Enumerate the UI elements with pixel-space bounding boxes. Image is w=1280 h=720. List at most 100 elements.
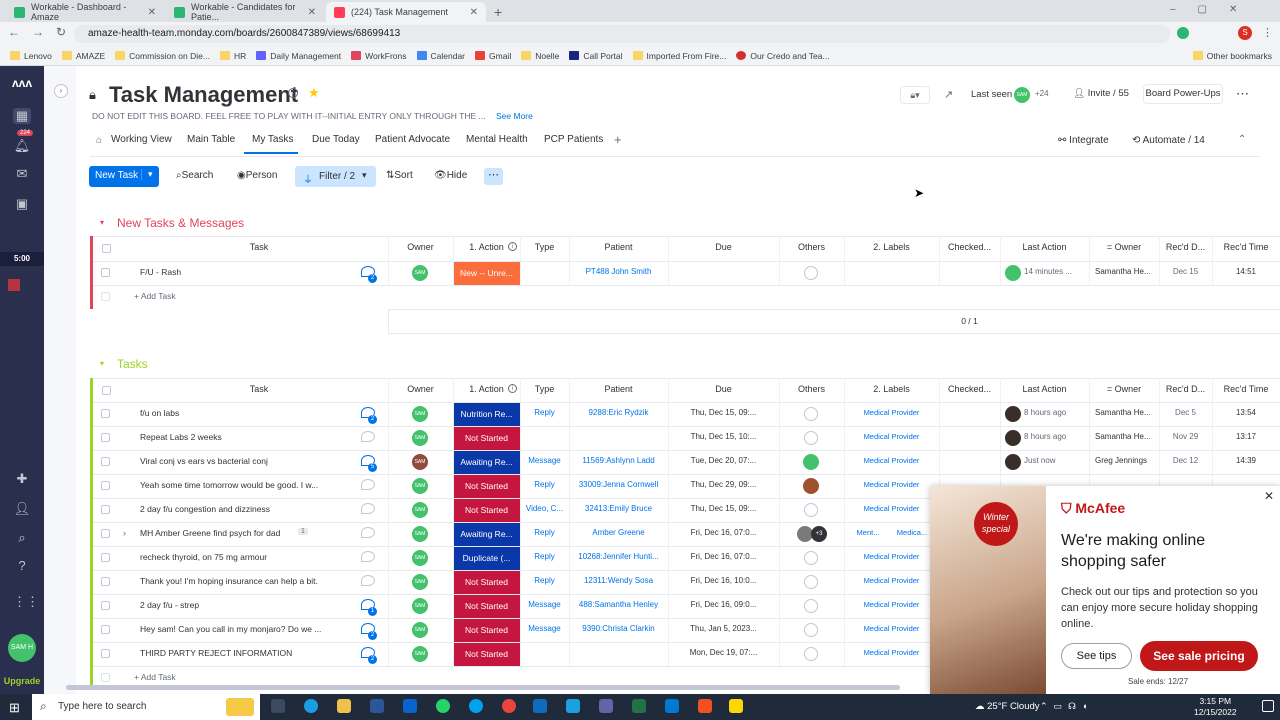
avatar[interactable]: SAM — [412, 550, 428, 566]
bookmark[interactable]: Gmail — [475, 51, 511, 61]
type-cell[interactable]: Reply — [520, 480, 569, 489]
file-explorer-icon[interactable] — [337, 699, 351, 713]
windows-start-icon[interactable]: ⊞ — [9, 700, 20, 716]
new-task-button[interactable]: New Task ▾ — [89, 166, 159, 187]
close-icon[interactable]: ✕ — [308, 7, 316, 18]
upgrade-link[interactable]: Upgrade — [0, 676, 44, 686]
info-icon[interactable]: i — [288, 88, 298, 98]
close-icon[interactable]: ✕ — [148, 7, 156, 18]
menu-icon[interactable]: ⋮ — [1262, 26, 1273, 39]
row-checkbox[interactable] — [101, 553, 110, 562]
row-checkbox[interactable] — [101, 601, 110, 610]
see-tips-button[interactable]: See tips — [1061, 643, 1132, 669]
horizontal-scrollbar[interactable] — [66, 685, 900, 690]
row-checkbox[interactable] — [101, 481, 110, 490]
column-header[interactable]: Rec'd Time — [1212, 384, 1280, 394]
new-tab-icon[interactable]: + — [494, 4, 502, 20]
column-header[interactable]: Owner — [388, 384, 453, 394]
search-icon[interactable]: ⌕ — [13, 530, 31, 546]
collapse-group-icon[interactable]: ▾ — [100, 359, 104, 368]
patient-link[interactable]: 9390:Christa Clarkin — [569, 624, 668, 633]
notification-center-icon[interactable] — [1262, 700, 1274, 712]
activity-icon[interactable]: ↗ — [944, 88, 953, 101]
app-icon[interactable] — [566, 699, 580, 713]
status-cell[interactable]: Awaiting Re... — [453, 523, 520, 546]
bookmark[interactable]: Call Portal — [569, 51, 623, 61]
task-name[interactable]: recheck thyroid, on 75 mg armour — [140, 552, 345, 562]
task-name[interactable]: Repeat Labs 2 weeks — [140, 432, 345, 442]
due-date[interactable]: Fri, Dec 16, 09:0... — [668, 600, 779, 609]
type-cell[interactable]: Reply — [520, 408, 569, 417]
monday-logo[interactable]: ʌʌʌ — [9, 76, 35, 96]
type-cell[interactable]: Reply — [520, 576, 569, 585]
row-checkbox[interactable] — [101, 457, 110, 466]
patient-link[interactable]: Amber Greene — [569, 528, 668, 537]
task-name[interactable]: Yeah some time tomorrow would be good. I… — [140, 480, 345, 490]
patient-link[interactable]: 10268:Jennifer Hunti... — [569, 552, 668, 561]
empty-person-icon[interactable] — [804, 551, 818, 565]
weather-widget[interactable]: ☁ 25°F Cloudy — [975, 701, 1040, 712]
empty-person-icon[interactable] — [804, 266, 818, 280]
bookmark[interactable]: Lenovo — [10, 51, 52, 61]
task-name[interactable]: F/U - Rash — [140, 267, 345, 277]
label-tag[interactable]: Medical Provider — [844, 624, 939, 633]
last-seen-label[interactable]: Last seen — [971, 89, 1012, 100]
due-date[interactable]: Mon, Dec 19, 07:... — [668, 648, 779, 657]
avatar[interactable]: SAM — [412, 574, 428, 590]
avatar[interactable]: SAM — [412, 454, 428, 470]
status-cell[interactable]: Awaiting Re... — [453, 451, 520, 474]
bookmark[interactable]: Our Credo and Tea... — [736, 51, 830, 61]
inbox-icon[interactable]: ✉ — [13, 166, 31, 182]
type-cell[interactable]: Video, C... — [520, 504, 569, 513]
due-date[interactable]: Thu, Dec 29, 09:... — [668, 480, 779, 489]
invite-button[interactable]: 👤︎ Invite / 55 — [1073, 88, 1129, 99]
column-header[interactable]: Last Action — [1000, 242, 1089, 252]
column-header[interactable]: Checked... — [939, 384, 1000, 394]
due-date[interactable]: Thu, Dec 15, 09:... — [668, 408, 779, 417]
column-header[interactable]: Others — [779, 384, 844, 394]
tab-pcp-patients[interactable]: PCP Patients — [544, 134, 603, 145]
select-all-checkbox[interactable] — [102, 244, 111, 253]
status-cell[interactable]: Not Started — [453, 475, 520, 498]
avatar[interactable] — [803, 478, 819, 494]
bell-icon[interactable]: 🔔︎ — [13, 138, 31, 154]
task-name[interactable]: f/u on labs — [140, 408, 345, 418]
label-tag[interactable]: Medical Provider — [844, 408, 939, 417]
empty-person-icon[interactable] — [804, 407, 818, 421]
column-header[interactable]: Rec'd D... — [1159, 384, 1212, 394]
bookmark[interactable]: Noelle — [521, 51, 559, 61]
puzzle-icon[interactable]: ✚ — [13, 471, 31, 487]
empty-person-icon[interactable] — [804, 623, 818, 637]
calendar-icon[interactable]: ▣ — [13, 196, 31, 212]
status-cell[interactable]: Duplicate (... — [453, 547, 520, 570]
status-cell[interactable]: Not Started — [453, 427, 520, 450]
row-checkbox[interactable] — [101, 625, 110, 634]
record-icon[interactable] — [8, 279, 20, 291]
help-icon[interactable]: ? — [13, 558, 31, 574]
group-title[interactable]: New Tasks & Messages — [117, 216, 244, 230]
label-tag[interactable]: Medica... — [892, 528, 932, 537]
type-cell[interactable]: Message — [520, 456, 569, 465]
avatar[interactable]: SAM — [412, 622, 428, 638]
store-icon[interactable] — [370, 699, 384, 713]
add-task-input[interactable]: + Add Task — [134, 672, 176, 682]
row-checkbox[interactable] — [101, 529, 110, 538]
collapse-group-icon[interactable]: ▾ — [100, 218, 104, 227]
empty-person-icon[interactable] — [804, 503, 818, 517]
type-cell[interactable]: Reply — [520, 528, 569, 537]
row-checkbox[interactable] — [101, 409, 110, 418]
apps-icon[interactable]: ⋮⋮ — [13, 594, 39, 610]
column-header[interactable]: = Owner — [1089, 242, 1159, 252]
patient-link[interactable]: 12311:Wendy Sosa — [569, 576, 668, 585]
star-icon[interactable]: ★ — [308, 85, 320, 101]
type-cell[interactable]: Message — [520, 624, 569, 633]
empty-person-icon[interactable] — [804, 599, 818, 613]
filter-button[interactable]: ⏚ Filter / 2 ▾ — [295, 166, 376, 187]
task-name[interactable]: MH Amber Greene find psych for dad — [140, 528, 345, 538]
select-all-checkbox[interactable] — [102, 386, 111, 395]
status-cell[interactable]: Nutrition Re... — [453, 403, 520, 426]
row-checkbox[interactable] — [101, 268, 110, 277]
row-checkbox[interactable] — [101, 649, 110, 658]
profile-avatar[interactable]: S — [1238, 26, 1252, 40]
chevron-down-icon[interactable]: ▾ — [141, 169, 153, 180]
